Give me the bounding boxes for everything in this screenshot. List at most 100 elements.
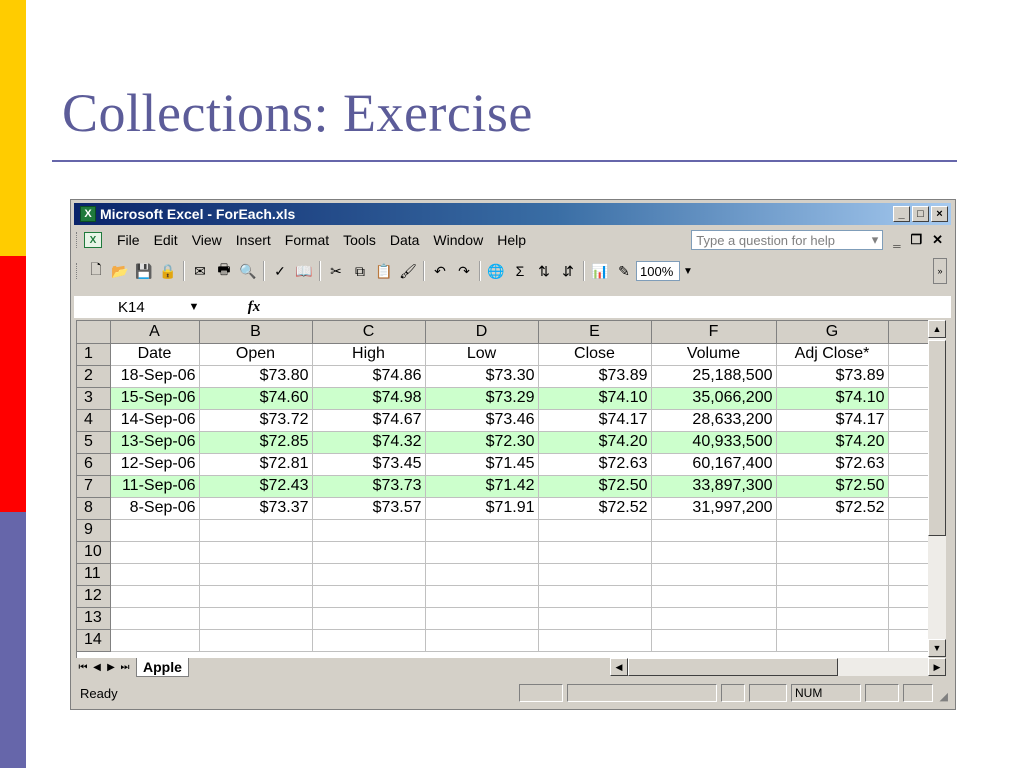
cell[interactable] (888, 497, 929, 520)
cell[interactable]: $73.29 (425, 387, 539, 410)
cell[interactable]: $74.20 (776, 431, 889, 454)
cell[interactable]: $71.42 (425, 475, 539, 498)
cell[interactable]: 11-Sep-06 (110, 475, 200, 498)
restore-button[interactable]: □ (912, 206, 929, 222)
cell[interactable]: $72.85 (199, 431, 313, 454)
cell[interactable] (312, 607, 426, 630)
select-all-corner[interactable] (77, 321, 111, 344)
column-header[interactable]: F (651, 321, 777, 344)
cell[interactable] (776, 563, 889, 586)
help-search-input[interactable]: Type a question for help ▾ (691, 230, 884, 250)
last-sheet-icon[interactable]: ⏭ (118, 662, 132, 673)
worksheet-grid[interactable]: A B C D E F G 1 Date Open High Low Close… (76, 320, 929, 658)
row-header[interactable]: 5 (77, 431, 111, 454)
print-icon[interactable]: 🖶 (213, 260, 235, 282)
redo-icon[interactable]: ↷ (453, 260, 475, 282)
cell[interactable] (538, 629, 652, 652)
column-header[interactable]: C (312, 321, 426, 344)
horizontal-scroll-thumb[interactable] (628, 658, 838, 676)
copy-icon[interactable]: ⧉ (349, 260, 371, 282)
cell[interactable]: $71.45 (425, 453, 539, 476)
row-header[interactable]: 3 (77, 387, 111, 410)
toolbar-options-icon[interactable]: » (933, 258, 947, 284)
column-header[interactable]: A (110, 321, 200, 344)
cell[interactable] (651, 519, 777, 542)
row-header[interactable]: 13 (77, 607, 111, 630)
horizontal-scrollbar[interactable]: ◀ ▶ (610, 658, 946, 676)
cell[interactable] (651, 541, 777, 564)
first-sheet-icon[interactable]: ⏮ (76, 662, 90, 673)
chevron-down-icon[interactable]: ▾ (872, 232, 879, 248)
row-header[interactable]: 7 (77, 475, 111, 498)
cell[interactable]: $74.98 (312, 387, 426, 410)
cell[interactable] (538, 541, 652, 564)
cut-icon[interactable]: ✂ (325, 260, 347, 282)
cell[interactable] (888, 607, 929, 630)
cell[interactable]: $72.52 (538, 497, 652, 520)
cell[interactable]: $72.63 (776, 453, 889, 476)
cell[interactable]: $73.73 (312, 475, 426, 498)
cell[interactable]: $74.10 (776, 387, 889, 410)
cell[interactable] (651, 585, 777, 608)
row-header[interactable]: 1 (77, 343, 111, 366)
cell[interactable]: $74.17 (538, 409, 652, 432)
cell[interactable]: 13-Sep-06 (110, 431, 200, 454)
cell[interactable]: 25,188,500 (651, 365, 777, 388)
cell[interactable]: Volume (651, 343, 777, 366)
hyperlink-icon[interactable]: 🌐 (485, 260, 507, 282)
open-icon[interactable]: 📂 (109, 260, 131, 282)
row-header[interactable]: 11 (77, 563, 111, 586)
menu-data[interactable]: Data (383, 232, 427, 248)
cell[interactable] (888, 387, 929, 410)
cell[interactable]: $74.17 (776, 409, 889, 432)
cell[interactable] (199, 519, 313, 542)
scroll-down-button[interactable]: ▼ (928, 639, 946, 657)
cell[interactable]: 33,897,300 (651, 475, 777, 498)
cell[interactable]: $74.60 (199, 387, 313, 410)
cell[interactable]: Date (110, 343, 200, 366)
row-header[interactable]: 8 (77, 497, 111, 520)
cell[interactable] (312, 585, 426, 608)
cell[interactable] (110, 607, 200, 630)
cell[interactable]: $73.57 (312, 497, 426, 520)
cell[interactable] (888, 541, 929, 564)
resize-grip-icon[interactable]: ◢ (940, 690, 948, 703)
cell[interactable]: 31,997,200 (651, 497, 777, 520)
cell[interactable] (888, 409, 929, 432)
row-header[interactable]: 2 (77, 365, 111, 388)
cell[interactable]: $73.89 (776, 365, 889, 388)
cell[interactable]: $72.50 (538, 475, 652, 498)
menu-view[interactable]: View (185, 232, 229, 248)
cell[interactable]: Low (425, 343, 539, 366)
cell[interactable] (199, 629, 313, 652)
cell[interactable] (110, 629, 200, 652)
prev-sheet-icon[interactable]: ◀ (90, 662, 104, 673)
menu-insert[interactable]: Insert (229, 232, 278, 248)
cell[interactable]: $74.10 (538, 387, 652, 410)
cell[interactable] (888, 343, 929, 366)
cell[interactable]: $74.67 (312, 409, 426, 432)
cell[interactable] (888, 519, 929, 542)
save-icon[interactable]: 💾 (133, 260, 155, 282)
cell[interactable]: High (312, 343, 426, 366)
name-box[interactable]: K14 (74, 297, 174, 317)
cell[interactable] (888, 453, 929, 476)
zoom-select[interactable]: 100% (636, 261, 680, 281)
sort-descending-icon[interactable]: ⇵ (557, 260, 579, 282)
cell[interactable]: 14-Sep-06 (110, 409, 200, 432)
cell[interactable] (199, 585, 313, 608)
cell[interactable] (651, 629, 777, 652)
chevron-down-icon[interactable]: ▼ (680, 261, 696, 281)
cell[interactable] (776, 629, 889, 652)
menu-window[interactable]: Window (426, 232, 490, 248)
cell[interactable] (425, 585, 539, 608)
cell[interactable] (312, 563, 426, 586)
row-header[interactable]: 9 (77, 519, 111, 542)
cell[interactable] (199, 541, 313, 564)
format-painter-icon[interactable]: 🖌 (397, 260, 419, 282)
cell[interactable]: $73.46 (425, 409, 539, 432)
cell[interactable]: $73.80 (199, 365, 313, 388)
cell[interactable] (888, 585, 929, 608)
scroll-up-button[interactable]: ▲ (928, 320, 946, 338)
cell[interactable]: $74.32 (312, 431, 426, 454)
